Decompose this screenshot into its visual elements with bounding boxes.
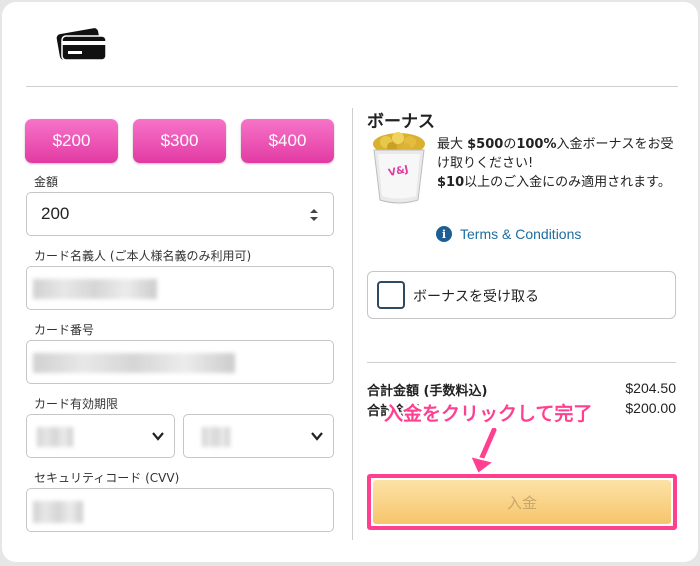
summary-divider bbox=[367, 362, 676, 363]
stepper-icon[interactable] bbox=[309, 207, 319, 223]
coin-bucket-image: V&J bbox=[373, 132, 425, 204]
annotation-arrow-icon bbox=[468, 428, 499, 476]
amount-400-button[interactable]: $400 bbox=[241, 119, 334, 163]
deposit-highlight: 入金 bbox=[367, 474, 677, 530]
amount-300-button[interactable]: $300 bbox=[133, 119, 226, 163]
expiry-year-select[interactable] bbox=[183, 414, 334, 458]
amount-input[interactable] bbox=[27, 193, 333, 235]
cvv-field[interactable] bbox=[26, 488, 334, 532]
info-icon: i bbox=[436, 226, 452, 242]
bonus-title: ボーナス bbox=[367, 112, 435, 132]
subtotal-value: $200.00 bbox=[625, 400, 676, 416]
accept-bonus-checkbox[interactable] bbox=[377, 281, 405, 309]
cvv-label: セキュリティコード (CVV) bbox=[34, 471, 180, 485]
annotation-text: 入金をクリックして完了 bbox=[384, 403, 593, 425]
redacted-value bbox=[33, 279, 157, 299]
column-divider bbox=[352, 108, 353, 540]
redacted-value bbox=[33, 353, 235, 373]
total-row: 合計金額 (手数料込) $204.50 bbox=[367, 380, 676, 399]
total-label: 合計金額 (手数料込) bbox=[367, 384, 488, 399]
accept-bonus-option[interactable]: ボーナスを受け取る bbox=[367, 271, 676, 319]
redacted-value bbox=[202, 427, 230, 447]
header-divider bbox=[26, 86, 678, 87]
terms-link[interactable]: i Terms & Conditions bbox=[436, 224, 581, 244]
expiry-label: カード有効期限 bbox=[34, 397, 119, 411]
expiry-month-select[interactable] bbox=[26, 414, 175, 458]
deposit-button[interactable]: 入金 bbox=[373, 480, 671, 524]
cardholder-label: カード名義人 (ご本人様名義のみ利用可) bbox=[34, 249, 252, 263]
redacted-value bbox=[33, 501, 83, 523]
amount-field[interactable] bbox=[26, 192, 334, 236]
accept-bonus-label: ボーナスを受け取る bbox=[413, 289, 539, 305]
cardholder-field[interactable] bbox=[26, 266, 334, 310]
chevron-down-icon bbox=[311, 432, 323, 441]
total-value: $204.50 bbox=[625, 380, 676, 396]
terms-label[interactable]: Terms & Conditions bbox=[460, 226, 581, 242]
redacted-value bbox=[37, 427, 73, 447]
chevron-down-icon bbox=[152, 432, 164, 441]
card-number-label: カード番号 bbox=[34, 323, 95, 337]
amount-200-button[interactable]: $200 bbox=[25, 119, 118, 163]
card-number-field[interactable] bbox=[26, 340, 334, 384]
credit-card-icon bbox=[56, 28, 107, 61]
bonus-description: 最大 $500の100%入金ボーナスをお受け取りください! $10以上のご入金に… bbox=[437, 137, 674, 190]
amount-label: 金額 bbox=[34, 175, 59, 189]
